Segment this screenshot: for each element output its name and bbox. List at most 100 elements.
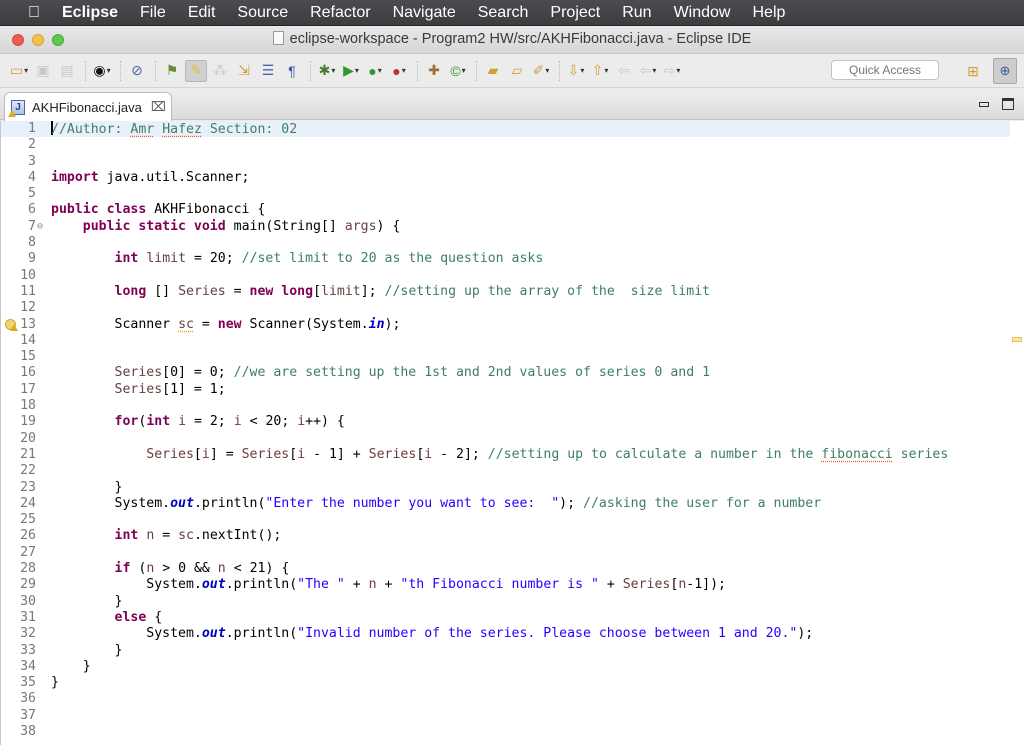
menu-source[interactable]: Source [237,4,288,22]
code-text: System. [146,626,202,642]
code-line[interactable]: 31 else { [1,610,1024,626]
debug-icon[interactable]: ✱ [316,60,338,82]
code-line[interactable]: 8 [1,235,1024,251]
spelling-error: fibonacci [821,446,893,462]
line-number: 9 [28,251,36,267]
open-perspective-icon[interactable]: ⊞ [962,60,984,82]
mark-occurrences-icon[interactable]: ✎ [185,59,207,82]
code-line[interactable]: 24 System.out.println("Enter the number … [1,496,1024,512]
code-line[interactable]: 30 } [1,594,1024,610]
coverage-icon[interactable]: ⁂ [209,60,231,82]
menu-edit[interactable]: Edit [188,4,216,22]
forward-icon[interactable]: ⇨ [661,60,683,82]
code-line[interactable]: 36 [1,691,1024,707]
code-text: - 1] + [305,446,369,462]
code-line[interactable]: 37 [1,708,1024,724]
code-line[interactable]: 35} [1,675,1024,691]
run-external-icon[interactable]: ● [388,60,410,82]
code-line[interactable]: 26 int n = sc.nextInt(); [1,528,1024,544]
code-line[interactable]: 5 [1,186,1024,202]
menu-search[interactable]: Search [478,4,529,22]
menu-project[interactable]: Project [550,4,600,22]
menu-help[interactable]: Help [752,4,785,22]
account-icon[interactable]: ◉ [91,60,113,82]
apple-icon[interactable]:  [22,4,46,22]
static-field: out [201,577,226,593]
back-icon[interactable]: ⇦ [637,60,659,82]
code-line[interactable]: 6 public class AKHFibonacci { [1,202,1024,218]
show-whitespace-icon[interactable]: ¶ [281,60,303,82]
minimize-editor-icon[interactable] [979,101,989,107]
line-number: 16 [20,365,36,381]
maximize-editor-icon[interactable] [1002,98,1014,110]
code-line[interactable]: 21 Series[i] = Series[i - 1] + Series[i … [1,447,1024,463]
search-pen-icon[interactable]: ✐ [530,60,552,82]
close-tab-icon[interactable]: ⌧ [151,99,166,115]
code-line[interactable]: 22 [1,463,1024,479]
collapse-fold-icon[interactable]: ⊖ [37,219,43,235]
code-line[interactable]: 15 [1,349,1024,365]
menu-navigate[interactable]: Navigate [393,4,456,22]
code-line[interactable]: 29 System.out.println("The " + n + "th F… [1,577,1024,593]
variable: Series [622,577,671,593]
code-line[interactable]: 12 [1,300,1024,316]
next-annotation-icon[interactable]: ⇩ [565,60,587,82]
code-line[interactable]: 23 } [1,480,1024,496]
open-type-icon[interactable]: ⚑ [161,60,183,82]
code-line[interactable]: 18 [1,398,1024,414]
new-icon[interactable]: ▭ [8,60,30,82]
code-line[interactable]: 25 [1,512,1024,528]
line-number: 1 [28,121,36,136]
editor-tabbar: J AKHFibonacci.java ⌧ [0,90,1024,121]
keyword: int [114,251,139,267]
new-package-icon[interactable]: ✚ [423,60,445,82]
last-edit-icon[interactable]: ⇦ [613,60,635,82]
code-line[interactable]: 10 [1,268,1024,284]
code-line[interactable]: 20 [1,431,1024,447]
code-line[interactable]: 33 } [1,643,1024,659]
skip-breakpoints-icon[interactable]: ⊘ [126,60,148,82]
code-line[interactable]: 38 [1,724,1024,740]
menu-run[interactable]: Run [622,4,651,22]
code-line[interactable]: 32 System.out.println("Invalid number of… [1,626,1024,642]
save-all-icon[interactable]: ▤ [56,60,78,82]
code-line[interactable]: 7 ⊖ public static void main(String[] args… [1,219,1024,235]
menu-file[interactable]: File [140,4,166,22]
code-line[interactable]: 11 long [] Series = new long[limit]; //s… [1,284,1024,300]
code-line[interactable]: 19 for(int i = 2; i < 20; i++) { [1,414,1024,430]
open-folder-icon[interactable]: ▰ [482,60,504,82]
code-text: [1] = 1; [162,381,226,397]
word-wrap-icon[interactable]: ☰ [257,60,279,82]
code-line[interactable]: 13 Scanner sc = new Scanner(System.in); [1,317,1024,333]
menu-window[interactable]: Window [674,4,731,22]
code-line[interactable]: 17 Series[1] = 1; [1,382,1024,398]
code-line[interactable]: 2 [1,137,1024,153]
run-coverage-icon[interactable]: ● [364,60,386,82]
code-line[interactable]: 9 int limit = 20; //set limit to 20 as t… [1,251,1024,267]
code-line[interactable]: 34 } [1,659,1024,675]
toggle-block-icon[interactable]: ⇲ [233,60,255,82]
quick-access-input[interactable] [831,60,939,80]
menu-refactor[interactable]: Refactor [310,4,370,22]
code-line[interactable]: 14 [1,333,1024,349]
code-line[interactable]: 4 import java.util.Scanner; [1,170,1024,186]
run-icon[interactable]: ▶ [340,60,362,82]
new-class-icon[interactable]: © [447,60,469,82]
tab-akhfibonacci-java[interactable]: J AKHFibonacci.java ⌧ [4,92,172,121]
save-icon[interactable]: ▣ [32,60,54,82]
java-perspective-icon[interactable]: ⊕ [993,58,1017,84]
code-editor[interactable]: 1//Author: Amr Hafez Section: 02 2 3 4 im… [0,121,1024,745]
prev-annotation-icon[interactable]: ⇧ [589,60,611,82]
comment [154,122,162,137]
variable: args [344,218,377,234]
code-line[interactable]: 3 [1,154,1024,170]
code-line[interactable]: 28 if (n > 0 && n < 21) { [1,561,1024,577]
menu-eclipse[interactable]: Eclipse [62,4,118,22]
code-line[interactable]: 27 [1,545,1024,561]
code-line[interactable]: 16 Series[0] = 0; //we are setting up th… [1,365,1024,381]
open-task-icon[interactable]: ▱ [506,60,528,82]
line-number: 18 [20,398,36,414]
code-line[interactable]: 1 //Author: Amr Hafez Section: 02 [1,121,1010,138]
